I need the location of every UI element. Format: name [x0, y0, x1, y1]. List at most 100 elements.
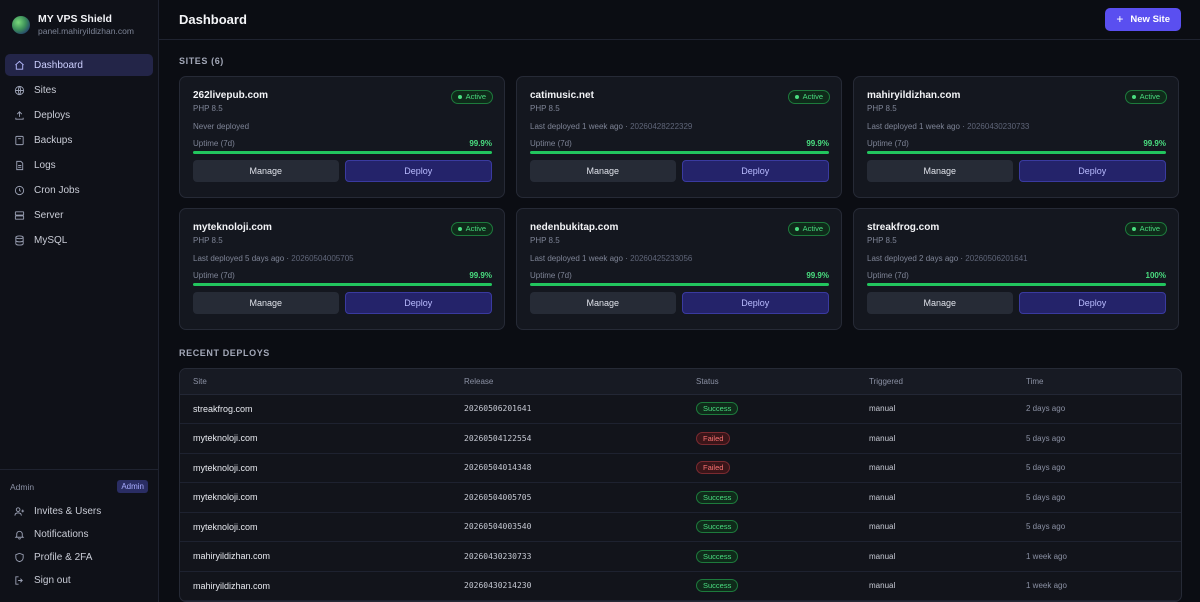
status-badge: Active [450, 89, 493, 104]
row-triggered: manual [869, 522, 896, 532]
site-card: mahiryildizhan.com PHP 8.5 Last deployed 1… [853, 75, 1179, 198]
sidebar-item-backups[interactable]: Backups [5, 129, 153, 151]
table-row[interactable]: myteknoloji.com 20260504005705 Success manu… [180, 483, 1181, 513]
sidebar-item-server[interactable]: Server [5, 204, 153, 226]
last-deployed-text: Last deployed 5 days ago · [193, 253, 292, 263]
uptime-bar [867, 282, 1166, 286]
status-badge: Success [696, 490, 739, 504]
row-site: mahiryildizhan.com [193, 551, 271, 562]
deploy-button[interactable]: Deploy [681, 159, 829, 182]
admin-badge: Admin [117, 480, 148, 493]
sidebar-item-sites[interactable]: Sites [5, 79, 153, 101]
upload-icon [14, 110, 25, 121]
sidebar-item-notifications[interactable]: Notifications [5, 523, 153, 546]
uptime-row: Uptime (7d) 99.9% [867, 139, 1166, 148]
row-release: 20260504005705 [464, 492, 532, 502]
file-text-icon [14, 160, 25, 171]
globe-logo-icon [12, 16, 30, 34]
table-row[interactable]: myteknoloji.com 20260504003540 Success manu… [180, 513, 1181, 542]
status-dot-icon [794, 94, 799, 99]
site-card: 262livepub.com PHP 8.5 Never deployed Activ… [179, 75, 505, 198]
table-row[interactable]: streakfrog.com 20260506201641 Success manua… [180, 395, 1181, 424]
status-badge: Success [696, 579, 739, 593]
deploy-button[interactable]: Deploy [681, 291, 829, 314]
admin-items: Invites & Users Notifications Profile & 2F… [5, 500, 153, 592]
manage-button[interactable]: Manage [193, 291, 339, 314]
sidebar-item-cron-jobs[interactable]: Cron Jobs [5, 179, 153, 201]
uptime-label: Uptime (7d) [193, 270, 235, 280]
row-status-cell: Failed [696, 431, 869, 445]
site-card: nedenbukitap.com PHP 8.5 Last deployed 1 w… [516, 207, 842, 330]
sidebar-item-label: Cron Jobs [34, 184, 80, 196]
table-row[interactable]: mahiryildizhan.com 20260430230733 Success m… [180, 542, 1181, 572]
status-badge: Active [1124, 221, 1167, 236]
uptime-bar [193, 150, 492, 154]
column-header: Site [193, 376, 207, 386]
row-status-cell: Success [696, 402, 869, 416]
deploy-button[interactable]: Deploy [344, 291, 492, 314]
card-actions: Manage Deploy [530, 159, 829, 182]
deploy-button[interactable]: Deploy [344, 159, 492, 182]
site-name: nedenbukitap.com [530, 221, 619, 233]
table-row[interactable]: mahiryildizhan.com 20260430214230 Success m… [180, 572, 1181, 601]
brand[interactable]: MY VPS Shield panel.mahiryildizhan.com [0, 0, 158, 40]
deploy-button[interactable]: Deploy [1018, 159, 1166, 182]
sidebar-item-invites-users[interactable]: Invites & Users [5, 500, 153, 523]
manage-button[interactable]: Manage [530, 291, 676, 314]
manage-button[interactable]: Manage [530, 159, 676, 182]
row-time: 5 days ago [1026, 522, 1066, 532]
admin-section: Admin Admin Invites & Users Notifications… [0, 469, 158, 602]
row-site: myteknoloji.com [193, 462, 258, 473]
table-row[interactable]: myteknoloji.com 20260504014348 Failed manua… [180, 454, 1181, 483]
sidebar-item-label: Notifications [34, 529, 89, 540]
new-site-label: New Site [1130, 13, 1170, 25]
uptime-value: 99.9% [1143, 138, 1166, 148]
sidebar-item-mysql[interactable]: MySQL [5, 229, 153, 251]
column-header: Release [464, 376, 494, 386]
brand-text: MY VPS Shield panel.mahiryildizhan.com [38, 13, 134, 37]
bell-icon [14, 529, 25, 540]
card-actions: Manage Deploy [867, 159, 1166, 182]
column-header: Triggered [869, 376, 903, 386]
table-header: Site Release Status Triggered Time [180, 368, 1181, 395]
sidebar-item-label: Sign out [34, 575, 71, 586]
sidebar-item-logs[interactable]: Logs [5, 154, 153, 176]
release-hash: 20260428222329 [630, 121, 693, 131]
manage-button[interactable]: Manage [867, 159, 1013, 182]
uptime-value: 99.9% [469, 138, 492, 148]
user-plus-icon [14, 506, 25, 517]
sidebar-item-dashboard[interactable]: Dashboard [5, 54, 153, 76]
sidebar-item-profile-2fa[interactable]: Profile & 2FA [5, 546, 153, 569]
sidebar-item-deploys[interactable]: Deploys [5, 104, 153, 126]
status-badge: Success [696, 549, 739, 563]
row-status-cell: Success [696, 579, 869, 593]
sign-out-icon [14, 575, 25, 586]
deploy-button[interactable]: Deploy [1018, 291, 1166, 314]
table-row[interactable]: myteknoloji.com 20260504122554 Failed manua… [180, 424, 1181, 454]
manage-button[interactable]: Manage [867, 291, 1013, 314]
release-hash: 20260504005705 [291, 253, 354, 263]
row-time: 1 week ago [1026, 581, 1067, 591]
status-badge: Failed [696, 461, 731, 475]
row-triggered: manual [869, 404, 896, 414]
sidebar-item-label: Dashboard [34, 59, 83, 71]
row-release: 20260504122554 [464, 433, 532, 443]
sidebar-item-sign-out[interactable]: Sign out [5, 569, 153, 592]
manage-button[interactable]: Manage [193, 159, 339, 182]
site-name: mahiryildizhan.com [867, 89, 961, 101]
server-icon [14, 210, 25, 221]
php-version: PHP 8.5 [193, 235, 223, 245]
last-deployed-text: Last deployed 1 week ago · [530, 253, 631, 263]
sidebar-item-label: MySQL [34, 234, 68, 246]
row-time: 2 days ago [1026, 404, 1066, 414]
sidebar-item-label: Server [34, 209, 64, 221]
status-badge: Active [787, 221, 830, 236]
database-icon [14, 234, 25, 246]
uptime-row: Uptime (7d) 99.9% [530, 139, 829, 148]
status-badge: Failed [696, 431, 731, 445]
new-site-button[interactable]: + New Site [1105, 7, 1181, 31]
row-site: myteknoloji.com [193, 433, 258, 444]
sidebar-nav: Dashboard Sites Deploys Backups Logs Cron Job… [0, 40, 158, 251]
last-deployed: Last deployed 2 days ago · 2026050620164… [867, 254, 1166, 263]
site-name: catimusic.net [530, 89, 594, 101]
